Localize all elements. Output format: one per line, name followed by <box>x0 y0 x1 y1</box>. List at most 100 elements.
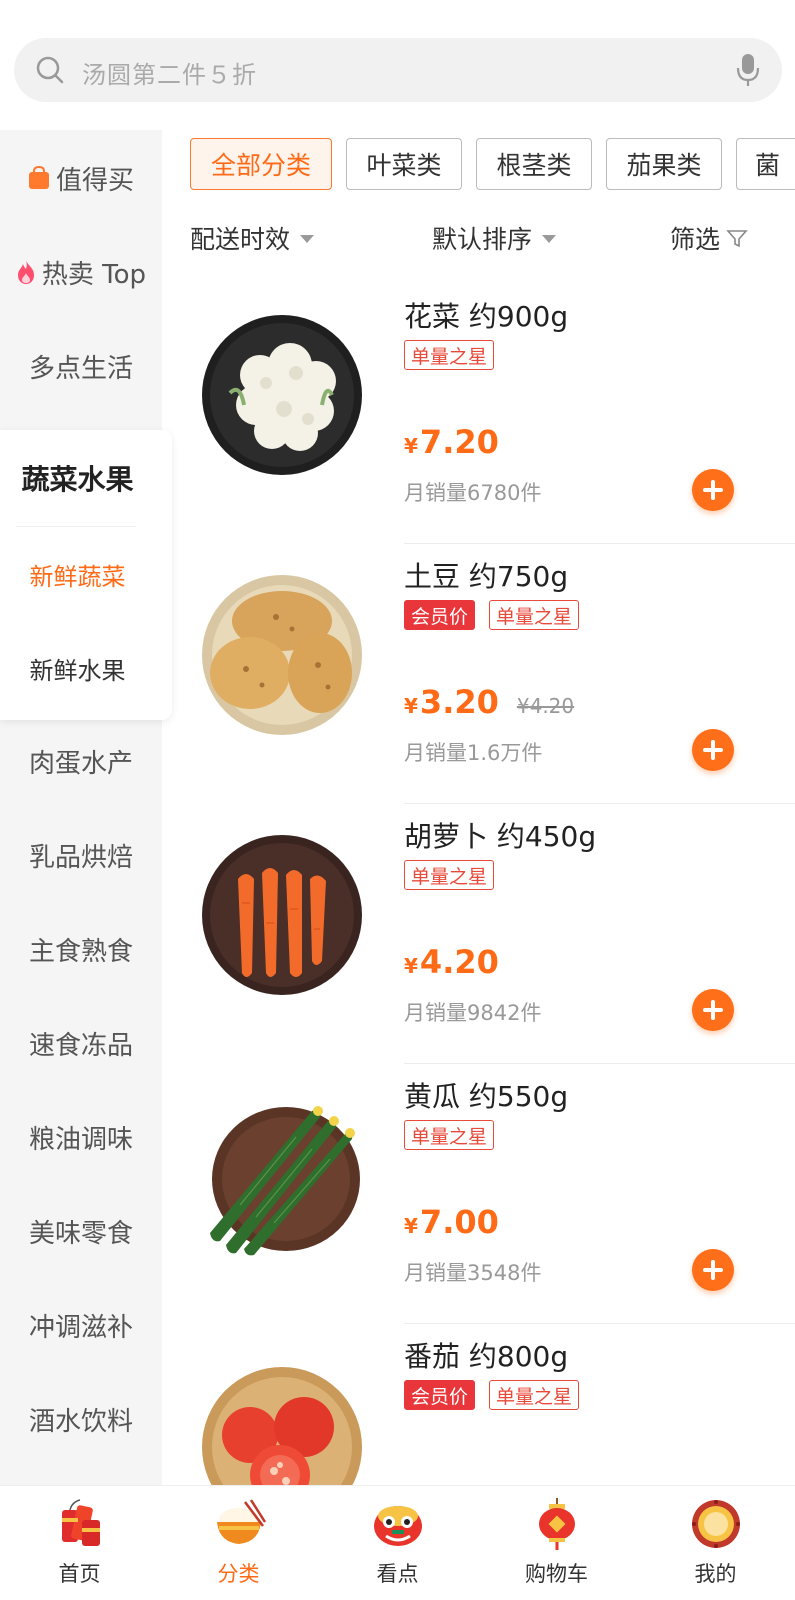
microphone-icon[interactable] <box>736 52 760 88</box>
product-name: 番茄 约800g <box>404 1340 569 1373</box>
sidebar-item-staples-deli[interactable]: 主食熟食 <box>0 901 162 997</box>
category-sidebar: 值得买 热卖 Top 多点生活 蔬菜水果 新鲜蔬菜 新鲜水果 肉蛋水产 乳品烘焙… <box>0 130 172 1485</box>
sort-default[interactable]: 默认排序 <box>432 220 557 256</box>
sidebar-item-label: 速食冻品 <box>28 1030 133 1061</box>
search-bar[interactable]: 汤圆第二件５折 <box>14 38 782 102</box>
sidebar-item-hot-top[interactable]: 热卖 Top <box>0 224 162 320</box>
product-tags: 会员价 单量之星 <box>404 600 580 630</box>
tag-member-price: 会员价 <box>404 1380 476 1410</box>
divider <box>404 1063 795 1064</box>
sort-filter[interactable]: 筛选 <box>670 220 748 256</box>
product-tags: 单量之星 <box>404 1120 495 1150</box>
sidebar-group-title[interactable]: 蔬菜水果 <box>0 430 155 526</box>
sidebar-item-snacks[interactable]: 美味零食 <box>0 1183 162 1279</box>
drum-icon <box>692 1500 740 1548</box>
caret-down-icon <box>542 235 557 243</box>
currency-symbol: ¥ <box>404 1214 418 1238</box>
product-tags: 单量之星 <box>404 860 495 890</box>
currency-symbol: ¥ <box>404 434 418 458</box>
sidebar-item-label: 值得买 <box>55 165 134 196</box>
sort-delivery-label: 配送时效 <box>190 225 291 254</box>
sidebar-item-meat-egg-seafood[interactable]: 肉蛋水产 <box>0 713 162 809</box>
tab-cart[interactable]: 购物车 <box>477 1486 636 1600</box>
sidebar-item-label: 多点生活 <box>28 353 133 384</box>
divider <box>404 803 795 804</box>
product-tags: 单量之星 <box>404 340 495 370</box>
divider <box>404 1323 795 1324</box>
tab-category[interactable]: 分类 <box>159 1486 318 1600</box>
sidebar-item-label: 酒水饮料 <box>28 1406 133 1437</box>
search-icon <box>36 56 64 84</box>
sidebar-item-beverages-tonic[interactable]: 冲调滋补 <box>0 1277 162 1373</box>
sort-bar: 配送时效 默认排序 筛选 <box>190 212 770 262</box>
product-price: ¥ 7.20 <box>404 423 499 461</box>
category-chips: 全部分类 叶菜类 根茎类 茄果类 菌 <box>190 138 795 194</box>
product-name: 花菜 约900g <box>404 300 569 333</box>
chip-all[interactable]: 全部分类 <box>190 138 332 190</box>
price-value: 7.00 <box>419 1203 499 1241</box>
tab-mine[interactable]: 我的 <box>636 1486 795 1600</box>
product-name: 黄瓜 约550g <box>404 1080 569 1113</box>
price-value: 4.20 <box>419 943 499 981</box>
rice-bowl-icon <box>217 1499 267 1544</box>
search-area: 汤圆第二件５折 <box>0 0 795 130</box>
tag-member-price: 会员价 <box>404 600 476 630</box>
tag-top-seller: 单量之星 <box>489 1380 580 1410</box>
sidebar-item-label: 肉蛋水产 <box>28 748 133 779</box>
chip-root[interactable]: 根茎类 <box>476 138 592 190</box>
monthly-sales: 月销量6780件 <box>404 481 542 505</box>
sidebar-item-duodian-life[interactable]: 多点生活 <box>0 318 162 414</box>
product-name: 胡萝卜 约450g <box>404 820 597 853</box>
sidebar-sub-fresh-vegetables[interactable]: 新鲜蔬菜 <box>0 526 155 622</box>
product-price: ¥ 4.20 <box>404 943 499 981</box>
add-to-cart-button[interactable] <box>692 729 734 771</box>
search-input[interactable]: 汤圆第二件５折 <box>82 55 257 90</box>
lantern-icon <box>539 1498 575 1550</box>
product-name: 土豆 约750g <box>404 560 569 593</box>
product-card[interactable]: 土豆 约750g 会员价 单量之星 ¥ 3.20 ¥4.20 月销量1.6万件 <box>190 545 795 809</box>
chip-mushroom[interactable]: 菌 <box>736 138 795 190</box>
bottom-tab-bar: 首页 分类 看点 购物车 我的 <box>0 1485 795 1600</box>
chip-solanaceous[interactable]: 茄果类 <box>606 138 722 190</box>
sidebar-sub-fresh-fruit[interactable]: 新鲜水果 <box>0 620 155 716</box>
product-image-tomato <box>202 1367 362 1485</box>
sidebar-item-worth-buying[interactable]: 值得买 <box>0 130 162 226</box>
product-card[interactable]: 黄瓜 约550g 单量之星 ¥ 7.00 月销量3548件 <box>190 1065 795 1329</box>
monthly-sales: 月销量9842件 <box>404 1001 542 1025</box>
product-image-potato <box>202 575 362 735</box>
product-card[interactable]: 花菜 约900g 单量之星 ¥ 7.20 月销量6780件 <box>190 285 795 549</box>
divider <box>404 543 795 544</box>
tab-label: 购物车 <box>525 1562 588 1586</box>
add-to-cart-button[interactable] <box>692 469 734 511</box>
product-price: ¥ 7.00 <box>404 1203 499 1241</box>
sidebar-item-drinks[interactable]: 酒水饮料 <box>0 1371 162 1467</box>
sort-delivery[interactable]: 配送时效 <box>190 220 315 256</box>
sidebar-item-frozen[interactable]: 速食冻品 <box>0 995 162 1091</box>
product-image-cucumber <box>210 1106 360 1256</box>
tag-top-seller: 单量之星 <box>404 1120 495 1150</box>
tab-watch[interactable]: 看点 <box>318 1486 477 1600</box>
product-tags: 会员价 单量之星 <box>404 1380 580 1410</box>
original-price: ¥4.20 <box>516 694 575 718</box>
add-to-cart-button[interactable] <box>692 989 734 1031</box>
sort-default-label: 默认排序 <box>432 225 533 254</box>
product-card[interactable]: 番茄 约800g 会员价 单量之星 <box>190 1325 795 1485</box>
tag-top-seller: 单量之星 <box>489 600 580 630</box>
chip-leafy[interactable]: 叶菜类 <box>346 138 462 190</box>
sidebar-item-label: 主食熟食 <box>28 936 133 967</box>
sidebar-item-grain-oil[interactable]: 粮油调味 <box>0 1089 162 1185</box>
currency-symbol: ¥ <box>404 694 418 718</box>
sidebar-item-label: 美味零食 <box>28 1218 133 1249</box>
tab-label: 我的 <box>694 1562 737 1586</box>
sidebar-item-label: 冲调滋补 <box>28 1312 133 1343</box>
tag-top-seller: 单量之星 <box>404 340 495 370</box>
add-to-cart-button[interactable] <box>692 1249 734 1291</box>
tab-home[interactable]: 首页 <box>0 1486 159 1600</box>
sidebar-item-dairy-bakery[interactable]: 乳品烘焙 <box>0 807 162 903</box>
funnel-icon <box>726 230 748 248</box>
price-value: 7.20 <box>419 423 499 461</box>
product-card[interactable]: 胡萝卜 约450g 单量之星 ¥ 4.20 月销量9842件 <box>190 805 795 1069</box>
product-price: ¥ 3.20 ¥4.20 <box>404 683 574 721</box>
sort-filter-label: 筛选 <box>670 225 721 254</box>
lion-dance-icon <box>374 1506 422 1546</box>
